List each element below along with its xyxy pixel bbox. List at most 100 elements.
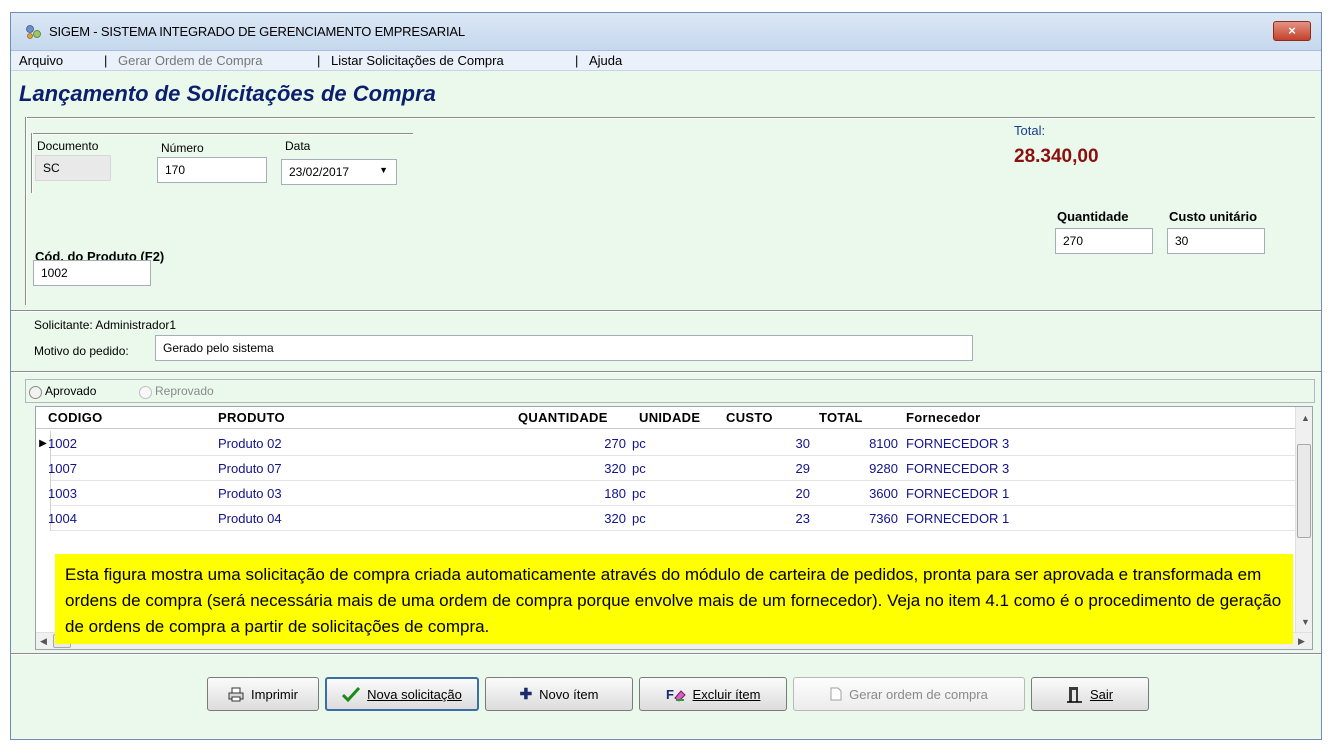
scroll-up-icon[interactable]: ▲ [1301, 413, 1310, 423]
cell-unidade: pc [632, 486, 646, 501]
close-button[interactable]: × [1273, 21, 1311, 41]
novo-item-button[interactable]: ✚ Novo ítem [485, 677, 633, 711]
data-picker[interactable]: 23/02/2017 ▼ [281, 159, 397, 185]
checkmark-icon [342, 686, 361, 702]
column-header-custo[interactable]: CUSTO [726, 410, 773, 425]
menu-item-gerar-ordem[interactable]: Gerar Ordem de Compra [118, 53, 263, 68]
column-header-unidade[interactable]: UNIDADE [639, 410, 700, 425]
data-value: 23/02/2017 [289, 165, 350, 179]
printer-icon [228, 687, 244, 701]
total-label: Total: [1014, 123, 1046, 138]
aprovado-radio[interactable] [29, 386, 42, 399]
cell-total: 9280 [869, 461, 898, 476]
scroll-down-icon[interactable]: ▼ [1301, 617, 1310, 627]
documento-label: Documento [37, 139, 99, 153]
cell-produto: Produto 03 [218, 486, 282, 501]
grid-header: CODIGO PRODUTO QUANTIDADE UNIDADE CUSTO … [36, 407, 1296, 429]
cell-custo: 20 [795, 486, 810, 501]
cell-fornecedor: FORNECEDOR 3 [906, 436, 1010, 451]
cell-quantidade: 320 [604, 461, 626, 476]
cell-codigo: 1003 [48, 486, 77, 501]
form-title: Lançamento de Solicitações de Compra [19, 81, 436, 106]
reprovado-radio[interactable] [139, 386, 152, 399]
cell-produto: Produto 04 [218, 511, 282, 526]
cell-quantidade: 270 [604, 436, 626, 451]
quantidade-label: Quantidade [1057, 209, 1129, 224]
close-icon: × [1288, 23, 1296, 38]
table-row[interactable]: ▶ 1002 Produto 02 270 pc 30 8100 FORNECE… [36, 431, 1296, 456]
cell-total: 3600 [869, 486, 898, 501]
menu-separator: | [317, 53, 321, 68]
divider [11, 371, 1321, 373]
eraser-icon: F [666, 687, 686, 702]
custo-unitario-field[interactable]: 30 [1167, 228, 1265, 254]
aprovado-label: Aprovado [45, 384, 97, 398]
cell-codigo: 1002 [48, 436, 77, 451]
cell-unidade: pc [632, 511, 646, 526]
solicitante-text: Solicitante: Administrador1 [34, 318, 177, 332]
divider [25, 117, 27, 305]
data-label: Data [285, 139, 311, 153]
excluir-item-label: Excluir ítem [692, 686, 761, 702]
cell-codigo: 1007 [48, 461, 77, 476]
column-header-fornecedor[interactable]: Fornecedor [906, 410, 981, 425]
gerar-ordem-button[interactable]: Gerar ordem de compra [793, 677, 1025, 711]
divider [25, 117, 1315, 119]
cell-total: 7360 [869, 511, 898, 526]
table-row[interactable]: 1004 Produto 04 320 pc 23 7360 FORNECEDO… [36, 506, 1296, 531]
vertical-scrollbar[interactable]: ▲ ▼ [1295, 407, 1312, 633]
scroll-thumb[interactable] [1297, 444, 1311, 538]
app-icon [26, 25, 41, 39]
title-bar: SIGEM - SISTEMA INTEGRADO DE GERENCIAMEN… [11, 13, 1321, 51]
cell-fornecedor: FORNECEDOR 3 [906, 461, 1010, 476]
menu-separator: | [575, 53, 579, 68]
annotation-note: Esta figura mostra uma solicitação de co… [55, 554, 1293, 644]
menu-item-arquivo[interactable]: Arquivo [19, 53, 63, 68]
sair-button[interactable]: Sair [1031, 677, 1149, 711]
column-header-produto[interactable]: PRODUTO [218, 410, 285, 425]
cell-custo: 23 [795, 511, 810, 526]
column-header-total[interactable]: TOTAL [819, 410, 863, 425]
imprimir-label: Imprimir [251, 686, 298, 702]
cell-fornecedor: FORNECEDOR 1 [906, 486, 1010, 501]
column-header-codigo[interactable]: CODIGO [48, 410, 103, 425]
scroll-right-icon[interactable]: ▶ [1298, 636, 1305, 647]
novo-item-label: Novo ítem [539, 686, 599, 702]
imprimir-button[interactable]: Imprimir [207, 677, 319, 711]
divider [31, 133, 33, 193]
cell-quantidade: 320 [604, 511, 626, 526]
custo-unitario-label: Custo unitário [1169, 209, 1258, 224]
window-title: SIGEM - SISTEMA INTEGRADO DE GERENCIAMEN… [49, 24, 465, 39]
excluir-item-button[interactable]: F Excluir ítem [639, 677, 787, 711]
nova-solicitacao-label: Nova solicitação [367, 686, 462, 702]
cell-unidade: pc [632, 461, 646, 476]
cell-custo: 29 [795, 461, 810, 476]
total-value: 28.340,00 [1014, 146, 1099, 167]
scroll-left-icon[interactable]: ◀ [40, 636, 47, 647]
menu-item-ajuda[interactable]: Ajuda [589, 53, 622, 68]
gerar-ordem-label: Gerar ordem de compra [849, 686, 988, 702]
menu-item-listar-solicitacoes[interactable]: Listar Solicitações de Compra [331, 53, 504, 68]
motivo-label: Motivo do pedido: [34, 344, 129, 358]
cell-produto: Produto 02 [218, 436, 282, 451]
chevron-down-icon[interactable]: ▼ [379, 165, 388, 175]
exit-door-icon [1066, 687, 1082, 703]
nova-solicitacao-button[interactable]: Nova solicitação [325, 677, 479, 711]
document-icon [830, 687, 842, 701]
menu-separator: | [104, 53, 108, 68]
table-row[interactable]: 1007 Produto 07 320 pc 29 9280 FORNECEDO… [36, 456, 1296, 481]
cell-total: 8100 [869, 436, 898, 451]
numero-field[interactable]: 170 [157, 157, 267, 183]
motivo-field[interactable]: Gerado pelo sistema [155, 335, 973, 361]
divider [11, 653, 1321, 655]
main-window: SIGEM - SISTEMA INTEGRADO DE GERENCIAMEN… [10, 12, 1322, 740]
cell-unidade: pc [632, 436, 646, 451]
menu-bar: Arquivo | Gerar Ordem de Compra | Listar… [11, 51, 1321, 71]
plus-icon: ✚ [519, 685, 533, 703]
table-row[interactable]: 1003 Produto 03 180 pc 20 3600 FORNECEDO… [36, 481, 1296, 506]
column-header-quantidade[interactable]: QUANTIDADE [518, 410, 608, 425]
produto-field[interactable]: 1002 [33, 260, 151, 286]
quantidade-field[interactable]: 270 [1055, 228, 1153, 254]
sair-label: Sair [1089, 686, 1114, 702]
cell-fornecedor: FORNECEDOR 1 [906, 511, 1010, 526]
